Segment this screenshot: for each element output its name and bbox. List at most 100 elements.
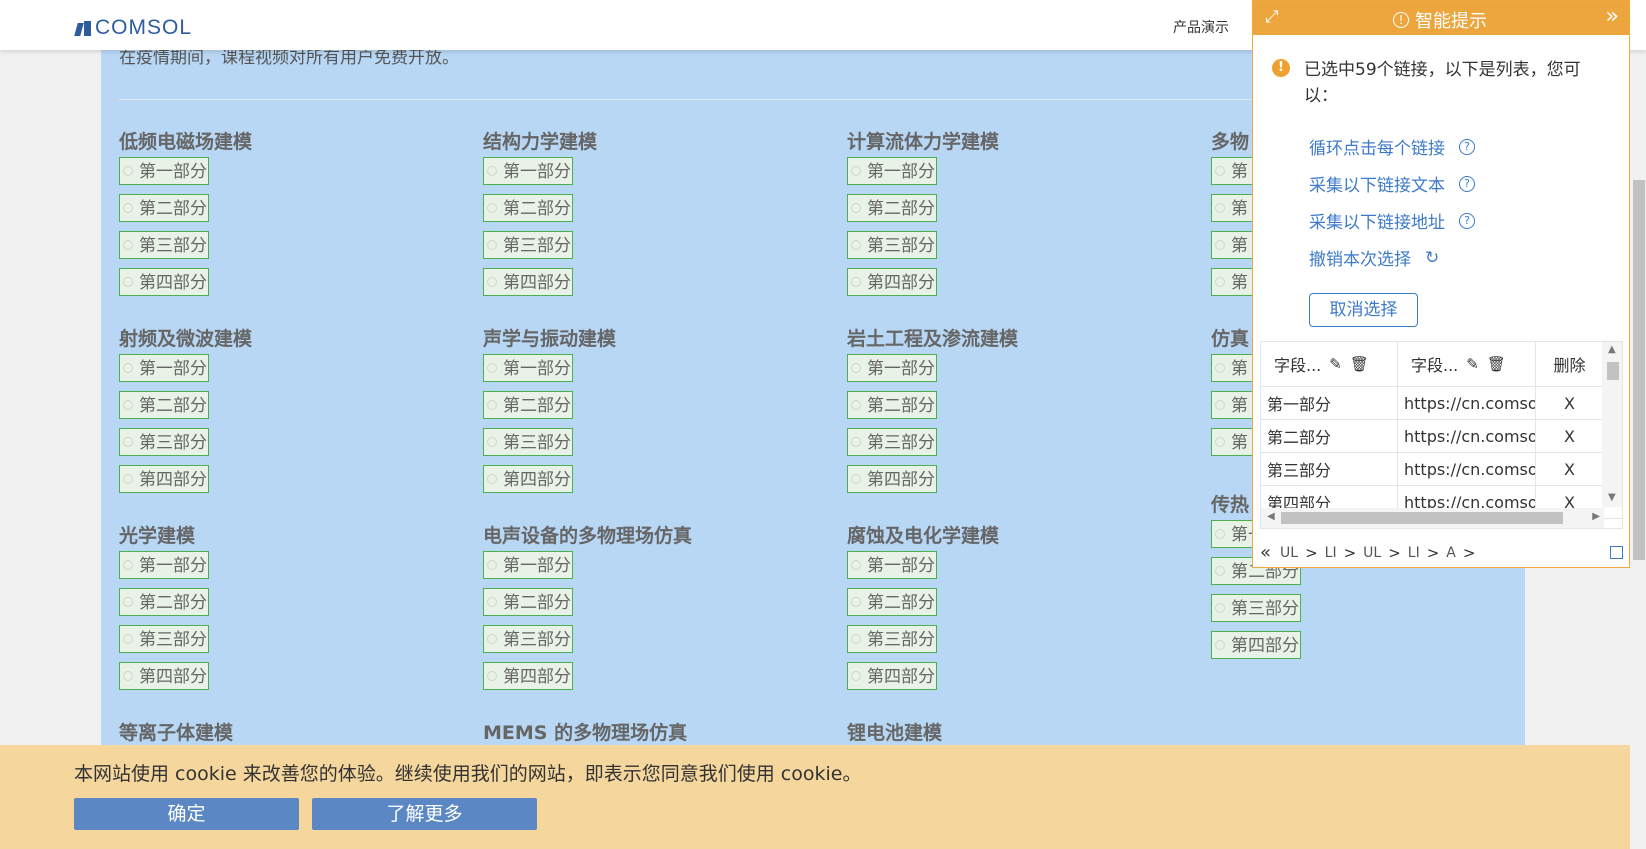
delete-row-button[interactable]: X: [1536, 387, 1604, 419]
part-link[interactable]: 第一部分: [119, 354, 209, 382]
collect-url-label[interactable]: 采集以下链接地址: [1309, 208, 1445, 233]
breadcrumb-tag[interactable]: LI: [1325, 545, 1337, 561]
part-link[interactable]: 第一部分: [847, 157, 937, 185]
radio-dot-icon: [123, 363, 133, 373]
part-link[interactable]: 第二部分: [847, 391, 937, 419]
part-link[interactable]: 第四部分: [483, 465, 573, 493]
course-section: 声学与振动建模 第一部分 第二部分 第三部分 第四部分: [483, 324, 783, 502]
loop-click-label[interactable]: 循环点击每个链接: [1309, 134, 1445, 159]
part-link[interactable]: 第三部分: [483, 428, 573, 456]
help-icon[interactable]: ?: [1459, 175, 1475, 192]
edit-icon[interactable]: ✎: [1329, 355, 1342, 373]
breadcrumb-tag[interactable]: LI: [1408, 545, 1420, 561]
course-section: 腐蚀及电化学建模 第一部分 第二部分 第三部分 第四部分: [847, 521, 1147, 699]
radio-dot-icon: [1215, 203, 1225, 213]
part-link[interactable]: 第四部分: [483, 268, 573, 296]
delete-row-button[interactable]: X: [1536, 420, 1604, 452]
breadcrumb-tag[interactable]: UL: [1363, 545, 1381, 561]
cookie-accept-button[interactable]: 确定: [74, 798, 299, 830]
radio-dot-icon: [487, 437, 497, 447]
table-vertical-scrollbar[interactable]: ▲ ▼: [1602, 342, 1622, 507]
section-title: 计算流体力学建模: [847, 131, 1000, 153]
part-link[interactable]: 第三部分: [483, 231, 573, 259]
part-link[interactable]: 第二部分: [483, 588, 573, 616]
table-horizontal-scrollbar[interactable]: ◀ ▶: [1261, 508, 1604, 528]
scroll-up-icon[interactable]: ▲: [1608, 344, 1616, 355]
part-link[interactable]: 第一部分: [119, 551, 209, 579]
part-link[interactable]: 第三部分: [847, 231, 937, 259]
course-section: 锂电池建模: [847, 718, 1147, 748]
cookie-message: 本网站使用 cookie 来改善您的体验。继续使用我们的网站，即表示您同意我们使…: [74, 763, 862, 785]
radio-dot-icon: [487, 671, 497, 681]
nav-link-demo[interactable]: 产品演示: [1173, 17, 1229, 37]
part-link[interactable]: 第一部分: [483, 551, 573, 579]
part-link[interactable]: 第四部分: [119, 465, 209, 493]
table-vscroll-thumb[interactable]: [1607, 362, 1619, 380]
part-link[interactable]: 第一部分: [847, 354, 937, 382]
trash-icon[interactable]: 🗑: [1487, 355, 1506, 373]
help-icon[interactable]: ?: [1459, 212, 1475, 229]
scroll-down-icon[interactable]: ▼: [1608, 492, 1616, 503]
page-scrollbar-thumb[interactable]: [1633, 180, 1645, 560]
part-link[interactable]: 第四部分: [119, 268, 209, 296]
double-chevron-left-icon[interactable]: «: [1260, 542, 1271, 563]
part-link[interactable]: 第一部分: [119, 157, 209, 185]
part-link[interactable]: 第二部分: [119, 194, 209, 222]
part-link-label: 第二部分: [867, 396, 935, 416]
scroll-left-icon[interactable]: ◀: [1267, 511, 1275, 522]
part-link[interactable]: 第四部分: [1211, 631, 1301, 659]
select-region-icon[interactable]: [1610, 546, 1623, 559]
radio-dot-icon: [123, 597, 133, 607]
part-link[interactable]: 第一部分: [847, 551, 937, 579]
part-link[interactable]: 第一部分: [483, 354, 573, 382]
part-link[interactable]: 第二部分: [483, 391, 573, 419]
part-link[interactable]: 第三部分: [119, 231, 209, 259]
edit-icon[interactable]: ✎: [1466, 355, 1479, 373]
delete-row-button[interactable]: X: [1536, 453, 1604, 485]
column-title-field2[interactable]: 字段...: [1411, 352, 1458, 376]
breadcrumb-tag[interactable]: A: [1446, 545, 1456, 561]
refresh-icon[interactable]: ↻: [1425, 248, 1439, 268]
help-icon[interactable]: ?: [1459, 138, 1475, 155]
collapse-icon[interactable]: »: [1606, 4, 1619, 29]
collect-text-label[interactable]: 采集以下链接文本: [1309, 171, 1445, 196]
collect-url-action[interactable]: 采集以下链接地址 ?: [1309, 208, 1475, 233]
column-title-field1[interactable]: 字段...: [1274, 352, 1321, 376]
part-link[interactable]: 第二部分: [483, 194, 573, 222]
part-link[interactable]: 第三部分: [847, 428, 937, 456]
trash-icon[interactable]: 🗑: [1350, 355, 1369, 373]
part-link-label: 第二部分: [503, 396, 571, 416]
part-link[interactable]: 第四部分: [847, 268, 937, 296]
loop-click-action[interactable]: 循环点击每个链接 ?: [1309, 134, 1475, 159]
panel-title-text: 智能提示: [1415, 11, 1487, 32]
cookie-learn-more-button[interactable]: 了解更多: [312, 798, 537, 830]
part-link[interactable]: 第二部分: [119, 391, 209, 419]
part-link[interactable]: 第二部分: [119, 588, 209, 616]
undo-action[interactable]: 撤销本次选择 ↻: [1309, 245, 1439, 271]
cancel-selection-button[interactable]: 取消选择: [1309, 293, 1418, 327]
part-link[interactable]: 第三部分: [847, 625, 937, 653]
page-scrollbar[interactable]: [1630, 0, 1646, 849]
comsol-logo[interactable]: COMSOL: [74, 16, 192, 40]
part-link[interactable]: 第四部分: [483, 662, 573, 690]
radio-dot-icon: [487, 363, 497, 373]
collect-text-action[interactable]: 采集以下链接文本 ?: [1309, 171, 1475, 196]
scroll-right-icon[interactable]: ▶: [1592, 511, 1600, 522]
part-link[interactable]: 第二部分: [847, 588, 937, 616]
part-link-label: 第一部分: [867, 359, 935, 379]
part-link[interactable]: 第三部分: [483, 625, 573, 653]
part-link[interactable]: 第三部分: [119, 625, 209, 653]
part-link[interactable]: 第三部分: [119, 428, 209, 456]
undo-label[interactable]: 撤销本次选择: [1309, 245, 1411, 270]
course-section: 岩土工程及渗流建模 第一部分 第二部分 第三部分 第四部分: [847, 324, 1147, 502]
expand-icon[interactable]: ⤢: [1265, 7, 1279, 27]
part-link[interactable]: 第四部分: [847, 662, 937, 690]
table-hscroll-thumb[interactable]: [1281, 512, 1563, 524]
part-link[interactable]: 第一部分: [483, 157, 573, 185]
part-link[interactable]: 第三部分: [1211, 594, 1301, 622]
part-link[interactable]: 第二部分: [847, 194, 937, 222]
course-section: 射频及微波建模 第一部分 第二部分 第三部分 第四部分: [119, 324, 419, 502]
part-link[interactable]: 第四部分: [847, 465, 937, 493]
part-link[interactable]: 第四部分: [119, 662, 209, 690]
breadcrumb-tag[interactable]: UL: [1280, 545, 1298, 561]
